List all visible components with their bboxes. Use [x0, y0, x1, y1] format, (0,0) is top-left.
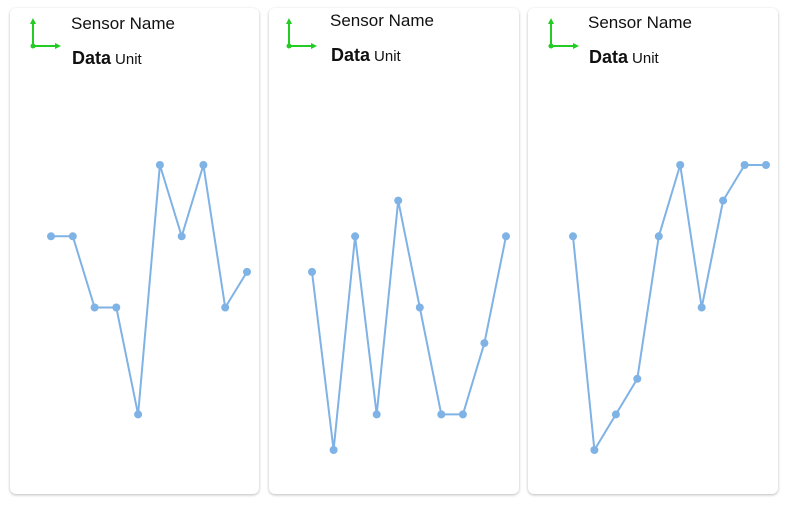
data-point [719, 196, 728, 205]
data-point [611, 410, 620, 419]
sensor-card[interactable]: Sensor Name Data Unit [528, 8, 778, 494]
data-point [458, 410, 467, 419]
series-line [311, 199, 507, 451]
data-point [351, 232, 360, 241]
data-point [308, 267, 316, 276]
data-point [654, 232, 663, 241]
sensor-card[interactable]: Sensor Name Data Unit [10, 8, 259, 494]
data-point [394, 196, 403, 205]
data-point [437, 410, 446, 419]
data-point [155, 161, 164, 169]
data-point [177, 232, 186, 241]
data-point [199, 161, 208, 169]
data-point [329, 446, 338, 454]
data-point [134, 410, 143, 419]
data-point [415, 303, 424, 312]
data-point [740, 161, 749, 169]
data-point [480, 339, 489, 348]
data-point [569, 232, 577, 241]
data-point [633, 374, 642, 383]
data-point [676, 161, 685, 169]
series-line [51, 164, 248, 416]
data-point [90, 303, 99, 312]
data-point [762, 161, 770, 169]
data-point [112, 303, 121, 312]
sensor-chart [47, 161, 251, 419]
series-line [572, 164, 766, 451]
data-point [243, 267, 251, 276]
data-point [68, 232, 77, 241]
sensor-card[interactable]: Sensor Name Data Unit [269, 8, 519, 494]
data-point [47, 232, 55, 241]
data-point [697, 303, 706, 312]
data-point [372, 410, 381, 419]
data-point [221, 303, 230, 312]
data-point [590, 446, 599, 454]
sensor-chart [308, 196, 510, 454]
sensor-chart [569, 161, 770, 454]
data-point [502, 232, 510, 241]
